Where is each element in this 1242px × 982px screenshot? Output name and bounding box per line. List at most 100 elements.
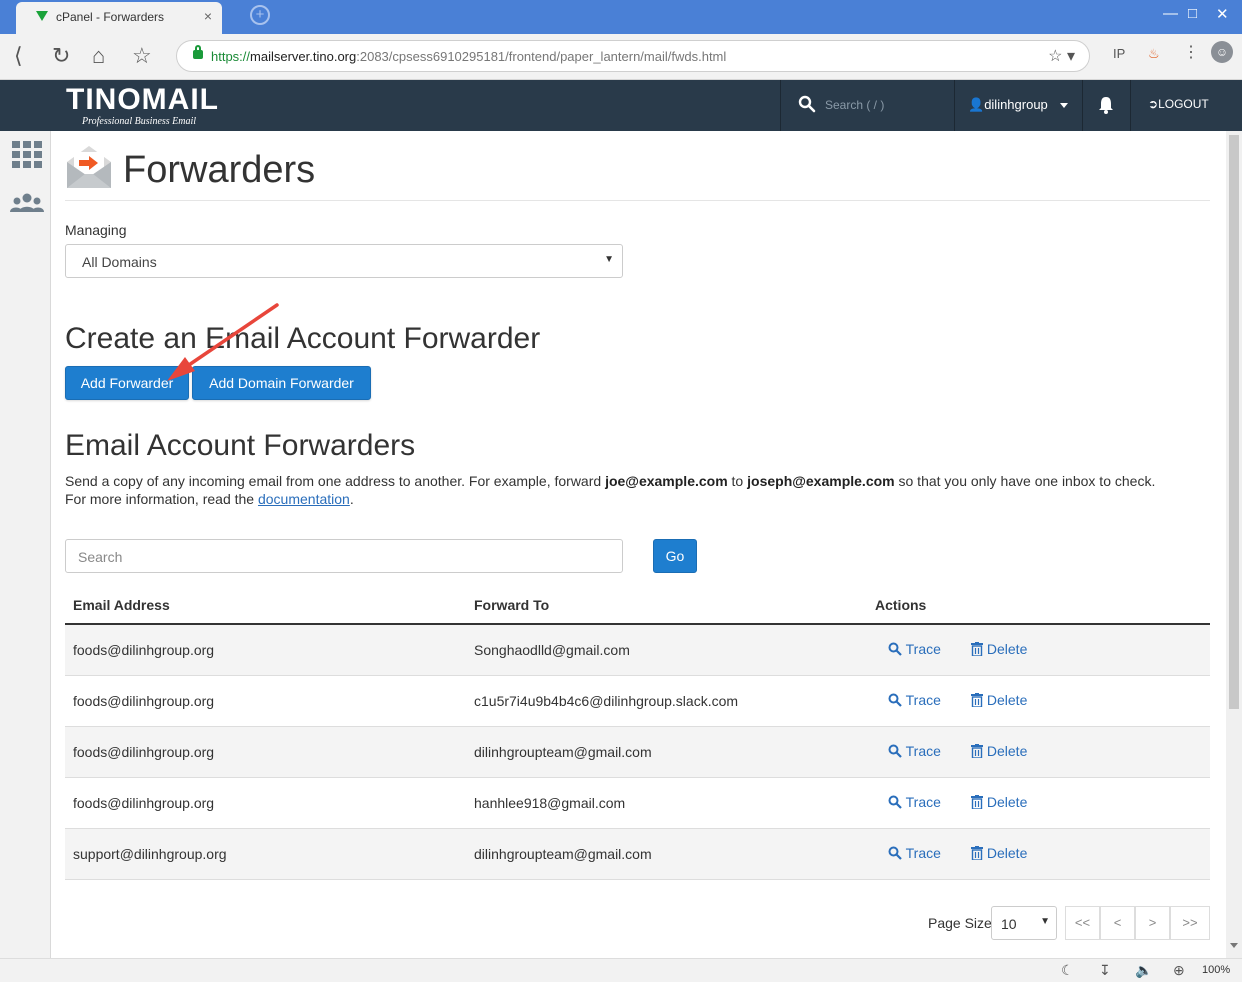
delete-button[interactable]: Delete — [971, 743, 1027, 759]
bookmark-page-icon[interactable]: ☆ ▾ — [1048, 46, 1075, 66]
row-email-address: foods@dilinhgroup.org — [73, 795, 215, 811]
add-domain-forwarder-button[interactable]: Add Domain Forwarder — [192, 366, 371, 400]
reload-icon[interactable]: ↻ — [52, 43, 70, 69]
row-forward-to: c1u5r7i4u9b4b4c6@dilinhgroup.slack.com — [474, 693, 739, 709]
night-mode-icon[interactable]: ☾ — [1061, 962, 1074, 979]
select-caret-icon: ▼ — [1040, 916, 1050, 927]
new-tab-icon[interactable]: + — [250, 5, 270, 25]
magnifier-icon — [888, 743, 902, 759]
browser-tab[interactable]: cPanel - Forwarders × — [16, 2, 222, 34]
page-size-select[interactable]: 10 ▼ — [991, 906, 1057, 940]
scrollbar-thumb[interactable] — [1229, 135, 1239, 709]
browser-toolbar: ⟨ ↻ ⌂ ☆ https://mailserver.tino.org:2083… — [0, 34, 1242, 80]
forwarders-description: Send a copy of any incoming email from o… — [65, 473, 1156, 507]
delete-button[interactable]: Delete — [971, 794, 1027, 810]
scroll-down-icon[interactable] — [1230, 943, 1238, 948]
delete-button[interactable]: Delete — [971, 641, 1027, 657]
home-icon[interactable]: ⌂ — [92, 43, 105, 69]
forwarders-search-input[interactable]: Search — [65, 539, 623, 573]
magnifier-icon — [888, 692, 902, 708]
menu-icon[interactable]: ⋮ — [1183, 42, 1199, 62]
page-scrollbar[interactable] — [1226, 131, 1242, 958]
managing-domain-select[interactable]: All Domains ▼ — [65, 244, 623, 278]
column-header-email[interactable]: Email Address — [73, 597, 170, 613]
magnifier-icon — [888, 845, 902, 861]
row-email-address: support@dilinhgroup.org — [73, 846, 227, 862]
tab-title: cPanel - Forwarders — [56, 10, 165, 24]
apps-grid-icon[interactable] — [12, 141, 42, 168]
trash-icon — [971, 743, 983, 759]
row-email-address: foods@dilinhgroup.org — [73, 693, 215, 709]
ip-extension-icon[interactable]: IP — [1113, 46, 1125, 61]
pager-next-button[interactable]: > — [1135, 906, 1170, 940]
row-email-address: foods@dilinhgroup.org — [73, 744, 215, 760]
trace-button[interactable]: Trace — [888, 641, 941, 657]
title-divider — [65, 200, 1210, 201]
bookmark-star-icon[interactable]: ☆ — [132, 43, 152, 69]
lock-icon — [193, 45, 203, 59]
create-forwarder-heading: Create an Email Account Forwarder — [65, 322, 541, 355]
logout-icon: ➲ — [1148, 97, 1159, 111]
trash-icon — [971, 794, 983, 810]
managing-label: Managing — [65, 222, 127, 238]
logo-tagline: Professional Business Email — [82, 116, 197, 127]
minimize-icon[interactable]: — — [1163, 5, 1178, 22]
search-go-button[interactable]: Go — [653, 539, 697, 573]
download-icon[interactable]: ↧ — [1099, 962, 1111, 979]
users-group-icon[interactable] — [10, 193, 44, 213]
trace-button[interactable]: Trace — [888, 692, 941, 708]
header-search-input[interactable]: Search ( / ) — [825, 98, 884, 112]
add-forwarder-button[interactable]: Add Forwarder — [65, 366, 189, 400]
trace-button[interactable]: Trace — [888, 845, 941, 861]
trace-button[interactable]: Trace — [888, 743, 941, 759]
zoom-level[interactable]: 100% — [1202, 964, 1230, 976]
fire-extension-icon[interactable]: ♨ — [1148, 46, 1160, 62]
sound-icon[interactable]: 🔈 — [1135, 962, 1152, 979]
close-window-icon[interactable]: ✕ — [1216, 5, 1229, 23]
table-row: support@dilinhgroup.org dilinhgroupteam@g… — [65, 829, 1210, 880]
magnifier-icon — [888, 641, 902, 657]
row-forward-to: dilinhgroupteam@gmail.com — [474, 846, 652, 862]
sidebar — [0, 131, 51, 958]
profile-avatar-icon[interactable]: ☺ — [1211, 41, 1233, 63]
delete-button[interactable]: Delete — [971, 845, 1027, 861]
delete-button[interactable]: Delete — [971, 692, 1027, 708]
email-forwarders-heading: Email Account Forwarders — [65, 429, 416, 462]
maximize-icon[interactable]: □ — [1188, 5, 1197, 22]
pager-prev-button[interactable]: < — [1100, 906, 1135, 940]
url-text: https://mailserver.tino.org:2083/cpsess6… — [211, 49, 727, 64]
tab-close-icon[interactable]: × — [204, 8, 212, 24]
table-row: foods@dilinhgroup.org Songhaodlld@gmail.c… — [65, 625, 1210, 676]
table-row: foods@dilinhgroup.org hanhlee918@gmail.co… — [65, 778, 1210, 829]
zoom-icon[interactable]: ⊕ — [1173, 962, 1185, 979]
bell-icon[interactable] — [1097, 95, 1115, 115]
chevron-down-icon[interactable] — [1060, 103, 1068, 108]
pager-last-button[interactable]: >> — [1170, 906, 1210, 940]
row-forward-to: dilinhgroupteam@gmail.com — [474, 744, 652, 760]
trace-button[interactable]: Trace — [888, 794, 941, 810]
browser-statusbar: ☾ ↧ 🔈 ⊕ 100% — [0, 958, 1242, 982]
header-divider — [954, 80, 955, 131]
pager-first-button[interactable]: << — [1065, 906, 1100, 940]
cpanel-header: TINOMAIL Professional Business Email Sea… — [0, 80, 1242, 131]
cpanel-favicon-icon — [36, 11, 48, 21]
page-size-label: Page Size — [928, 915, 992, 931]
documentation-link[interactable]: documentation — [258, 491, 350, 507]
magnifier-icon — [888, 794, 902, 810]
column-header-actions: Actions — [875, 597, 927, 613]
user-menu[interactable]: 👤dilinhgroup — [968, 97, 1048, 113]
table-row: foods@dilinhgroup.org dilinhgroupteam@gma… — [65, 727, 1210, 778]
select-caret-icon: ▼ — [604, 254, 614, 265]
tinomail-logo[interactable]: TINOMAIL — [66, 83, 219, 117]
logout-button[interactable]: ➲LOGOUT — [1148, 97, 1209, 111]
row-forward-to: Songhaodlld@gmail.com — [474, 642, 630, 658]
column-header-forward-to[interactable]: Forward To — [474, 597, 549, 613]
back-icon[interactable]: ⟨ — [14, 43, 23, 69]
table-row: foods@dilinhgroup.org c1u5r7i4u9b4b4c6@di… — [65, 676, 1210, 727]
main-content: Forwarders Managing All Domains ▼ Create… — [51, 131, 1226, 958]
address-bar[interactable]: https://mailserver.tino.org:2083/cpsess6… — [176, 40, 1090, 72]
trash-icon — [971, 641, 983, 657]
header-divider — [780, 80, 781, 131]
search-icon — [798, 95, 816, 113]
trash-icon — [971, 845, 983, 861]
